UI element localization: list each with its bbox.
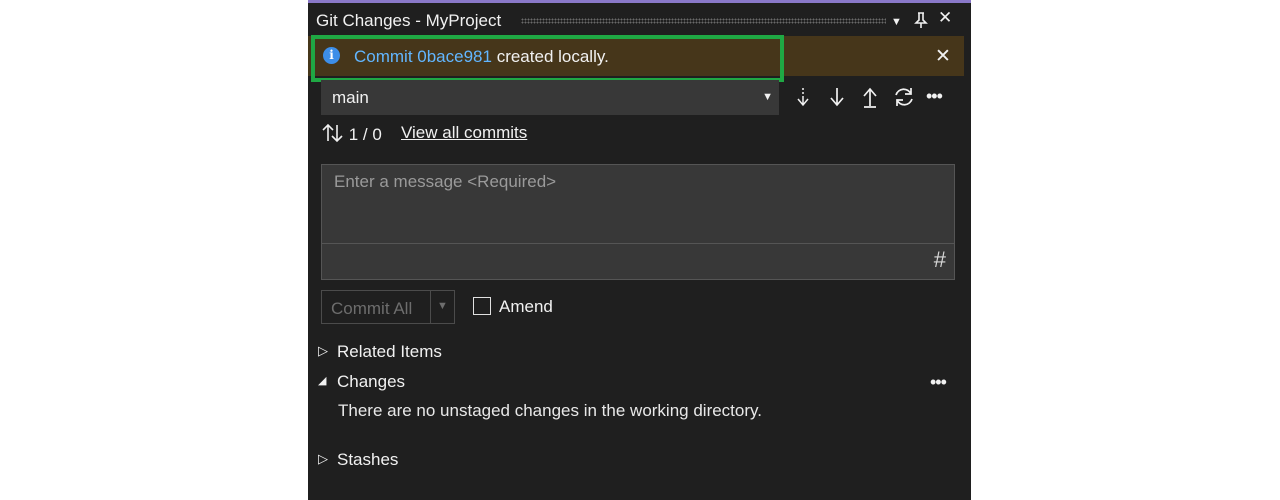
- no-changes-message: There are no unstaged changes in the wor…: [338, 401, 762, 420]
- expand-triangle-icon[interactable]: ▷: [318, 451, 328, 467]
- push-icon[interactable]: [862, 86, 878, 113]
- outgoing-incoming-icon: [322, 123, 343, 143]
- commit-all-label: Commit All: [331, 299, 413, 318]
- split-button-divider: [430, 291, 431, 323]
- close-window-icon[interactable]: ✕: [938, 9, 952, 26]
- changes-more-options-icon[interactable]: •••: [930, 372, 947, 393]
- section-changes[interactable]: Changes: [337, 372, 405, 392]
- more-options-icon[interactable]: •••: [926, 86, 943, 107]
- commit-message-box: #: [321, 164, 955, 280]
- pull-icon[interactable]: [829, 86, 845, 113]
- git-changes-panel: Git Changes - MyProject ▼ ✕ i Commit 0ba…: [308, 0, 971, 500]
- view-all-commits-link[interactable]: View all commits: [401, 123, 527, 143]
- expand-triangle-icon[interactable]: ▷: [318, 343, 328, 359]
- commit-all-button[interactable]: Commit All ▼: [321, 290, 455, 324]
- collapse-triangle-icon[interactable]: ◢: [318, 374, 326, 387]
- close-notification-icon[interactable]: ✕: [935, 45, 951, 68]
- commit-counts: 1 / 0: [322, 123, 382, 145]
- window-title: Git Changes - MyProject: [316, 11, 502, 30]
- sync-icon[interactable]: [892, 86, 916, 113]
- titlebar-grip[interactable]: [521, 18, 886, 24]
- fetch-icon[interactable]: [796, 86, 810, 113]
- commit-message-input[interactable]: [322, 165, 954, 244]
- window-options-dropdown-icon[interactable]: ▼: [891, 14, 902, 30]
- branch-name: main: [332, 88, 369, 107]
- pin-icon[interactable]: [914, 12, 928, 32]
- amend-label[interactable]: Amend: [499, 297, 553, 317]
- highlight-box: [311, 35, 784, 82]
- branch-dropdown[interactable]: main ▼: [321, 80, 779, 115]
- chevron-down-icon[interactable]: ▼: [437, 300, 448, 312]
- chevron-down-icon: ▼: [762, 91, 773, 103]
- commit-count-text: 1 / 0: [348, 125, 382, 144]
- amend-checkbox[interactable]: [473, 297, 491, 315]
- hash-icon[interactable]: #: [934, 247, 946, 273]
- section-stashes[interactable]: Stashes: [337, 450, 398, 470]
- section-related-items[interactable]: Related Items: [337, 342, 442, 362]
- tool-window-titlebar: Git Changes - MyProject ▼ ✕: [308, 0, 971, 36]
